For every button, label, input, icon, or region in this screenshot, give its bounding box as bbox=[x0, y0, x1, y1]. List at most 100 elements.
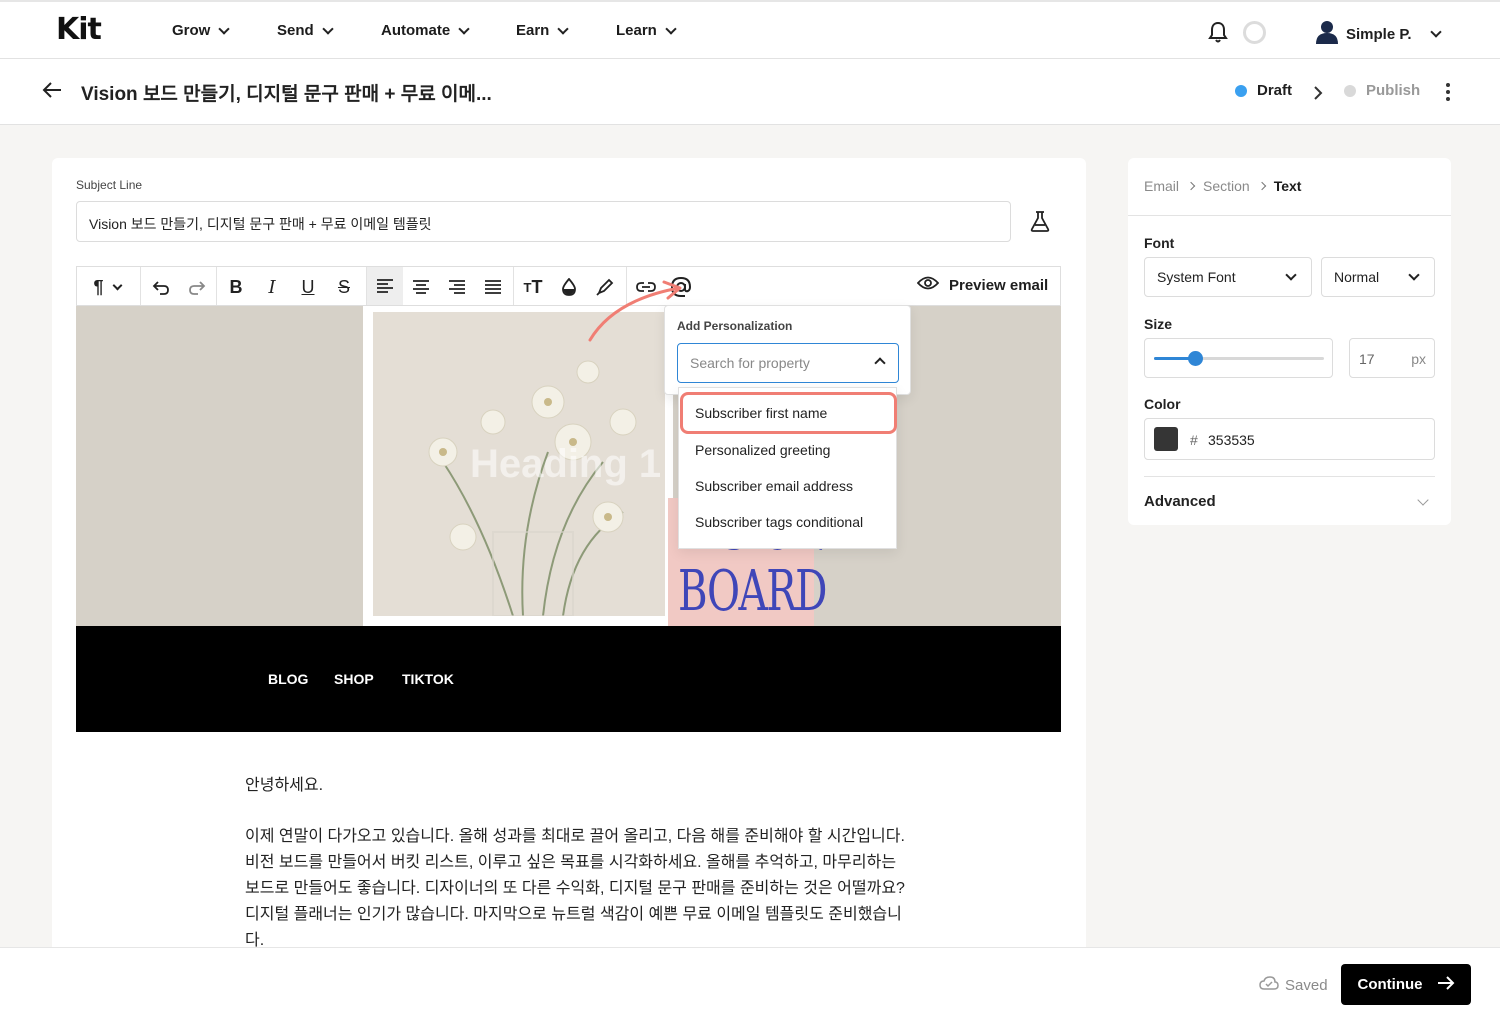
chevron-down-icon bbox=[1285, 269, 1297, 281]
divider bbox=[1144, 476, 1435, 477]
chevron-down-icon bbox=[1429, 26, 1442, 38]
nav-grow[interactable]: Grow bbox=[172, 22, 231, 39]
option-subscriber-email[interactable]: Subscriber email address bbox=[695, 478, 853, 494]
nav-grow-label: Grow bbox=[172, 22, 211, 39]
page-title: Vision 보드 만들기, 디지털 문구 판매 + 무료 이메... bbox=[81, 84, 492, 105]
breadcrumb-email[interactable]: Email bbox=[1144, 178, 1179, 194]
property-search-placeholder: Search for property bbox=[690, 355, 810, 371]
font-family-select[interactable]: System Font bbox=[1144, 257, 1312, 297]
body-paragraph: 이제 연말이 다가오고 있습니다. 올해 성과를 최대로 끌어 올리고, 다음 … bbox=[245, 828, 905, 949]
status-draft[interactable]: Draft bbox=[1235, 82, 1292, 99]
email-hero-image[interactable]: VISION BOARD Heading 1 bbox=[76, 306, 1061, 626]
bell-icon[interactable] bbox=[1208, 21, 1228, 48]
editor-card: Subject Line Vision 보드 만들기, 디지털 문구 판매 + … bbox=[52, 158, 1086, 958]
nav-earn[interactable]: Earn bbox=[516, 22, 570, 39]
bold-icon[interactable]: B bbox=[225, 275, 247, 299]
nav-earn-label: Earn bbox=[516, 22, 550, 39]
eye-icon bbox=[916, 276, 940, 294]
chevron-up-icon bbox=[874, 357, 886, 369]
continue-button[interactable]: Continue bbox=[1341, 964, 1471, 1005]
chevron-down-icon bbox=[458, 22, 470, 35]
size-value: 17 bbox=[1359, 351, 1375, 367]
font-weight-select[interactable]: Normal bbox=[1321, 257, 1435, 297]
color-input[interactable]: # 353535 bbox=[1144, 418, 1435, 460]
italic-icon[interactable]: I bbox=[261, 275, 283, 299]
nav-learn-label: Learn bbox=[616, 22, 657, 39]
top-nav: Kit Grow Send Automate Earn Learn Simple… bbox=[0, 0, 1500, 59]
nav-automate[interactable]: Automate bbox=[381, 22, 470, 39]
status-publish-label: Publish bbox=[1366, 82, 1421, 99]
text-color-drop-icon[interactable] bbox=[558, 275, 580, 299]
option-subscriber-tags[interactable]: Subscriber tags conditional bbox=[695, 514, 863, 530]
color-swatch[interactable] bbox=[1154, 427, 1178, 451]
email-nav-bar: BLOG SHOP TIKTOK bbox=[76, 626, 1061, 732]
status-draft-label: Draft bbox=[1257, 82, 1293, 99]
kit-logo[interactable]: Kit bbox=[56, 12, 102, 47]
arrow-right-icon bbox=[1437, 975, 1455, 994]
font-family-value: System Font bbox=[1157, 269, 1236, 285]
avatar bbox=[1316, 20, 1338, 48]
paragraph-style-button[interactable]: ¶ bbox=[87, 275, 127, 299]
font-weight-value: Normal bbox=[1334, 269, 1380, 285]
draft-dot-icon bbox=[1235, 84, 1247, 97]
continue-label: Continue bbox=[1357, 976, 1423, 993]
color-hex-value: 353535 bbox=[1208, 432, 1255, 448]
test-flask-icon[interactable] bbox=[1030, 210, 1050, 237]
pilcrow-icon: ¶ bbox=[93, 276, 104, 297]
email-nav-shop[interactable]: SHOP bbox=[334, 671, 374, 687]
personalization-title: Add Personalization bbox=[677, 319, 793, 333]
formatting-toolbar: ¶ B I U S TT Preview email bbox=[76, 266, 1061, 306]
size-unit: px bbox=[1411, 351, 1426, 367]
size-slider[interactable] bbox=[1144, 338, 1333, 378]
user-name: Simple P. bbox=[1346, 25, 1412, 43]
color-label: Color bbox=[1144, 396, 1181, 412]
nav-send[interactable]: Send bbox=[277, 22, 334, 39]
subject-line-label: Subject Line bbox=[76, 178, 143, 192]
redo-icon[interactable] bbox=[185, 275, 209, 299]
cloud-check-icon bbox=[1259, 976, 1279, 994]
more-options-icon[interactable] bbox=[1446, 83, 1450, 101]
align-left-icon[interactable] bbox=[367, 267, 403, 305]
vision-board-line-2: BOARD bbox=[678, 559, 827, 624]
size-slider-handle[interactable] bbox=[1187, 351, 1203, 366]
size-label: Size bbox=[1144, 316, 1173, 332]
nav-learn[interactable]: Learn bbox=[616, 22, 677, 39]
chevron-down-icon bbox=[1408, 269, 1420, 281]
size-input[interactable]: 17 px bbox=[1349, 338, 1435, 378]
color-hash: # bbox=[1190, 432, 1198, 448]
size-slider-track bbox=[1154, 351, 1324, 366]
back-arrow-icon[interactable] bbox=[42, 81, 62, 104]
advanced-toggle[interactable]: Advanced bbox=[1144, 493, 1216, 510]
nav-send-label: Send bbox=[277, 22, 314, 39]
nav-automate-label: Automate bbox=[381, 22, 451, 39]
title-bar: Vision 보드 만들기, 디지털 문구 판매 + 무료 이메... Draf… bbox=[0, 59, 1500, 125]
saved-status: Saved bbox=[1259, 976, 1328, 994]
chevron-right-icon bbox=[1257, 181, 1266, 191]
heading-placeholder: Heading 1 bbox=[470, 442, 662, 486]
option-personalized-greeting[interactable]: Personalized greeting bbox=[695, 442, 830, 458]
chevron-down-icon[interactable] bbox=[1417, 494, 1429, 506]
body-greeting: 안녕하세요. bbox=[245, 777, 324, 794]
email-nav-tiktok[interactable]: TIKTOK bbox=[402, 671, 454, 687]
chevron-right-icon bbox=[1313, 86, 1323, 105]
breadcrumb-section[interactable]: Section bbox=[1203, 178, 1250, 194]
user-menu[interactable]: Simple P. bbox=[1316, 20, 1442, 48]
align-right-icon[interactable] bbox=[446, 275, 468, 299]
subject-line-input[interactable]: Vision 보드 만들기, 디지털 문구 판매 + 무료 이메일 템플릿 bbox=[76, 201, 1011, 242]
undo-icon[interactable] bbox=[149, 275, 173, 299]
publish-dot-icon bbox=[1344, 84, 1356, 97]
property-search-input[interactable]: Search for property bbox=[677, 343, 899, 383]
align-justify-icon[interactable] bbox=[482, 275, 504, 299]
email-nav-blog[interactable]: BLOG bbox=[268, 671, 308, 687]
saved-label: Saved bbox=[1285, 976, 1328, 994]
personalization-popover: Add Personalization Search for property bbox=[664, 305, 911, 395]
strikethrough-icon[interactable]: S bbox=[333, 275, 355, 299]
footer-bar: Saved Continue bbox=[0, 947, 1500, 1020]
preview-email-button[interactable]: Preview email bbox=[916, 276, 1048, 294]
loading-spinner-icon bbox=[1243, 21, 1266, 44]
chevron-down-icon bbox=[218, 22, 231, 35]
underline-icon[interactable]: U bbox=[297, 275, 319, 299]
status-publish[interactable]: Publish bbox=[1344, 82, 1420, 99]
text-size-icon[interactable]: TT bbox=[521, 275, 545, 299]
align-center-icon[interactable] bbox=[410, 275, 432, 299]
